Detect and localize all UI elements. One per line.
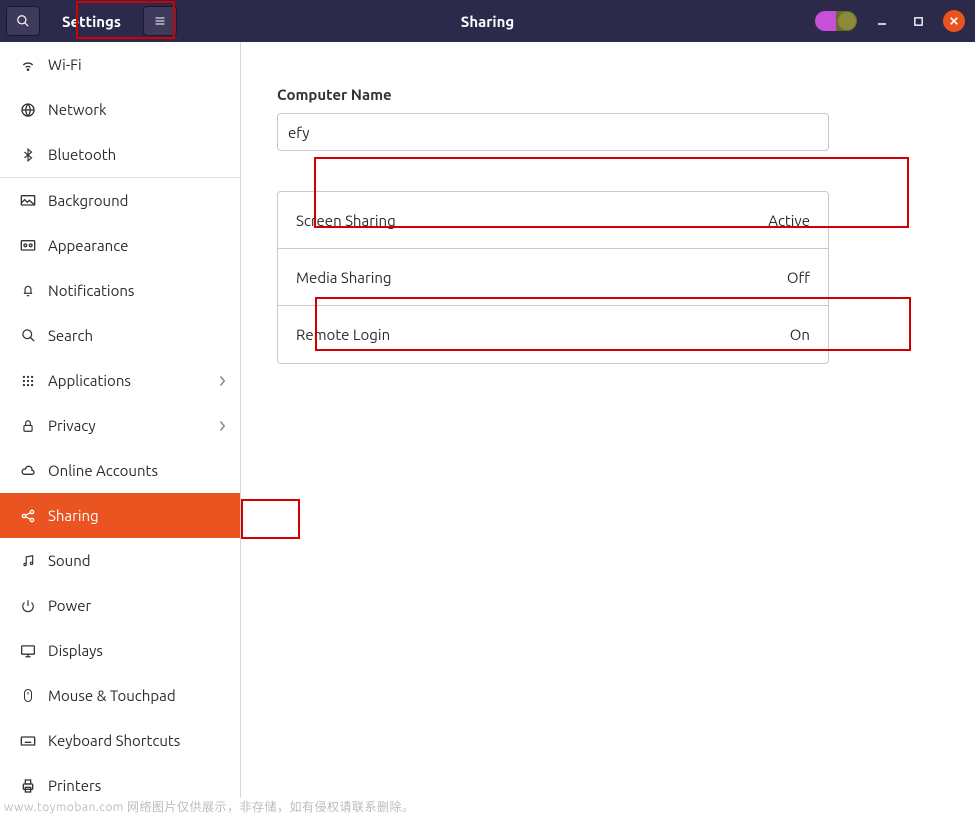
keyboard-icon [16,735,40,747]
sidebar-item-label: Appearance [48,237,128,254]
search-button[interactable] [6,6,40,36]
sidebar-item-label: Applications [48,372,131,389]
sidebar-item-displays[interactable]: Displays [0,628,240,673]
sidebar-item-bluetooth[interactable]: Bluetooth [0,132,240,177]
sidebar-item-label: Search [48,327,93,344]
sidebar-item-label: Printers [48,777,101,794]
close-button[interactable] [943,10,965,32]
option-row-remote-login[interactable]: Remote Login On [278,306,828,363]
search-icon [16,328,40,343]
sidebar-item-label: Background [48,192,128,209]
sharing-options-list: Screen Sharing Active Media Sharing Off Remo… [277,191,829,364]
option-label: Remote Login [296,326,390,343]
sidebar-item-sound[interactable]: Sound [0,538,240,583]
sidebar-item-sharing[interactable]: Sharing [0,493,240,538]
minimize-icon [876,15,888,27]
sidebar-item-wi-fi[interactable]: Wi-Fi [0,42,240,87]
sidebar-item-background[interactable]: Background [0,178,240,223]
appearance-icon [16,239,40,253]
sidebar-item-privacy[interactable]: Privacy [0,403,240,448]
sidebar-item-label: Displays [48,642,103,659]
grid-icon [16,374,40,388]
sidebar-item-power[interactable]: Power [0,583,240,628]
background-icon [16,194,40,208]
sidebar-item-online-accounts[interactable]: Online Accounts [0,448,240,493]
menu-icon [153,15,167,27]
sidebar: Wi-Fi Network Bluetooth Background Appearanc… [0,42,241,798]
sidebar-item-label: Sharing [48,507,99,524]
option-status: On [790,326,810,343]
power-icon [16,599,40,613]
sidebar-item-search[interactable]: Search [0,313,240,358]
sidebar-item-network[interactable]: Network [0,87,240,132]
option-status: Off [787,269,810,286]
sidebar-item-notifications[interactable]: Notifications [0,268,240,313]
sidebar-item-label: Keyboard Shortcuts [48,732,180,749]
minimize-button[interactable] [871,10,893,32]
printer-icon [16,778,40,794]
titlebar: Settings Sharing [0,0,975,42]
sidebar-item-label: Privacy [48,417,96,434]
sidebar-item-label: Sound [48,552,91,569]
chevron-right-icon [218,375,226,387]
sidebar-item-label: Network [48,101,107,118]
sharing-toggle[interactable] [815,11,857,31]
lock-icon [16,418,40,434]
sidebar-item-label: Power [48,597,91,614]
option-row-media-sharing[interactable]: Media Sharing Off [278,249,828,306]
sidebar-item-label: Wi-Fi [48,56,82,73]
search-icon [16,14,30,28]
bell-icon [16,283,40,299]
wifi-icon [16,57,40,73]
sidebar-item-label: Notifications [48,282,134,299]
sidebar-item-keyboard-shortcuts[interactable]: Keyboard Shortcuts [0,718,240,763]
sidebar-item-label: Online Accounts [48,462,158,479]
sidebar-item-label: Mouse & Touchpad [48,687,176,704]
app-title: Settings [44,0,139,42]
sidebar-item-label: Bluetooth [48,146,116,163]
maximize-icon [913,16,924,27]
display-icon [16,644,40,658]
option-row-screen-sharing[interactable]: Screen Sharing Active [278,192,828,249]
option-label: Screen Sharing [296,212,396,229]
bluetooth-icon [16,147,40,163]
close-icon [949,16,959,26]
content-panel: Computer Name Screen Sharing Active Media … [241,42,975,798]
computer-name-label: Computer Name [277,86,939,103]
cloud-icon [16,464,40,478]
option-label: Media Sharing [296,269,392,286]
maximize-button[interactable] [907,10,929,32]
hamburger-button[interactable] [143,6,177,36]
option-status: Active [768,212,810,229]
computer-name-input[interactable] [277,113,829,151]
sidebar-item-appearance[interactable]: Appearance [0,223,240,268]
globe-icon [16,102,40,118]
music-icon [16,553,40,569]
mouse-icon [16,688,40,704]
watermark-text: www.toymoban.com 网络图片仅供展示，非存储，如有侵权请联系删除。 [4,798,414,815]
sidebar-item-printers[interactable]: Printers [0,763,240,798]
sidebar-item-applications[interactable]: Applications [0,358,240,403]
chevron-right-icon [218,420,226,432]
page-title: Sharing [461,13,514,30]
sidebar-item-mouse-touchpad[interactable]: Mouse & Touchpad [0,673,240,718]
share-icon [16,508,40,524]
